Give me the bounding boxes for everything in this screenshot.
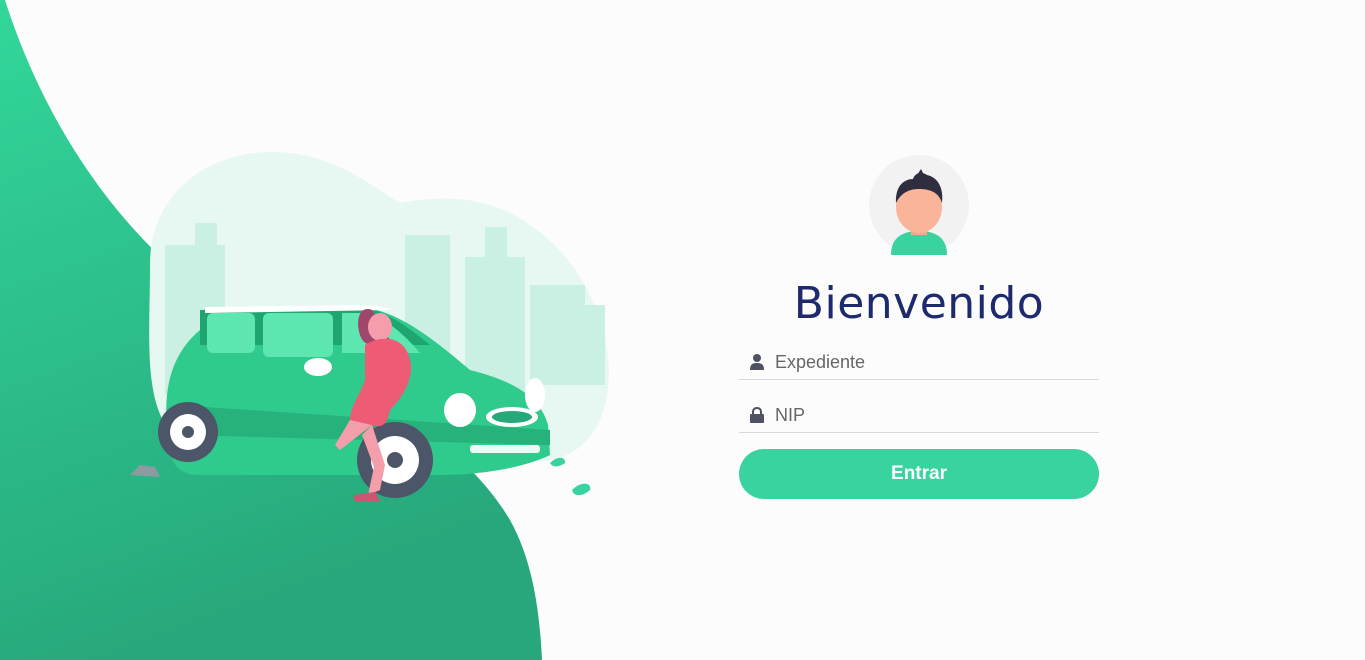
- expediente-input[interactable]: [775, 347, 1099, 377]
- car-illustration: [130, 151, 609, 502]
- login-form: Bienvenido Entrar: [739, 155, 1099, 499]
- user-icon: [739, 345, 775, 379]
- expediente-field: [739, 345, 1099, 380]
- login-page: Bienvenido Entrar: [0, 0, 1365, 660]
- nip-field: [739, 398, 1099, 433]
- nip-input[interactable]: [775, 400, 1099, 430]
- lock-icon: [739, 398, 775, 432]
- submit-button[interactable]: Entrar: [739, 449, 1099, 499]
- welcome-title: Bienvenido: [793, 278, 1045, 329]
- user-avatar-icon: [869, 155, 969, 255]
